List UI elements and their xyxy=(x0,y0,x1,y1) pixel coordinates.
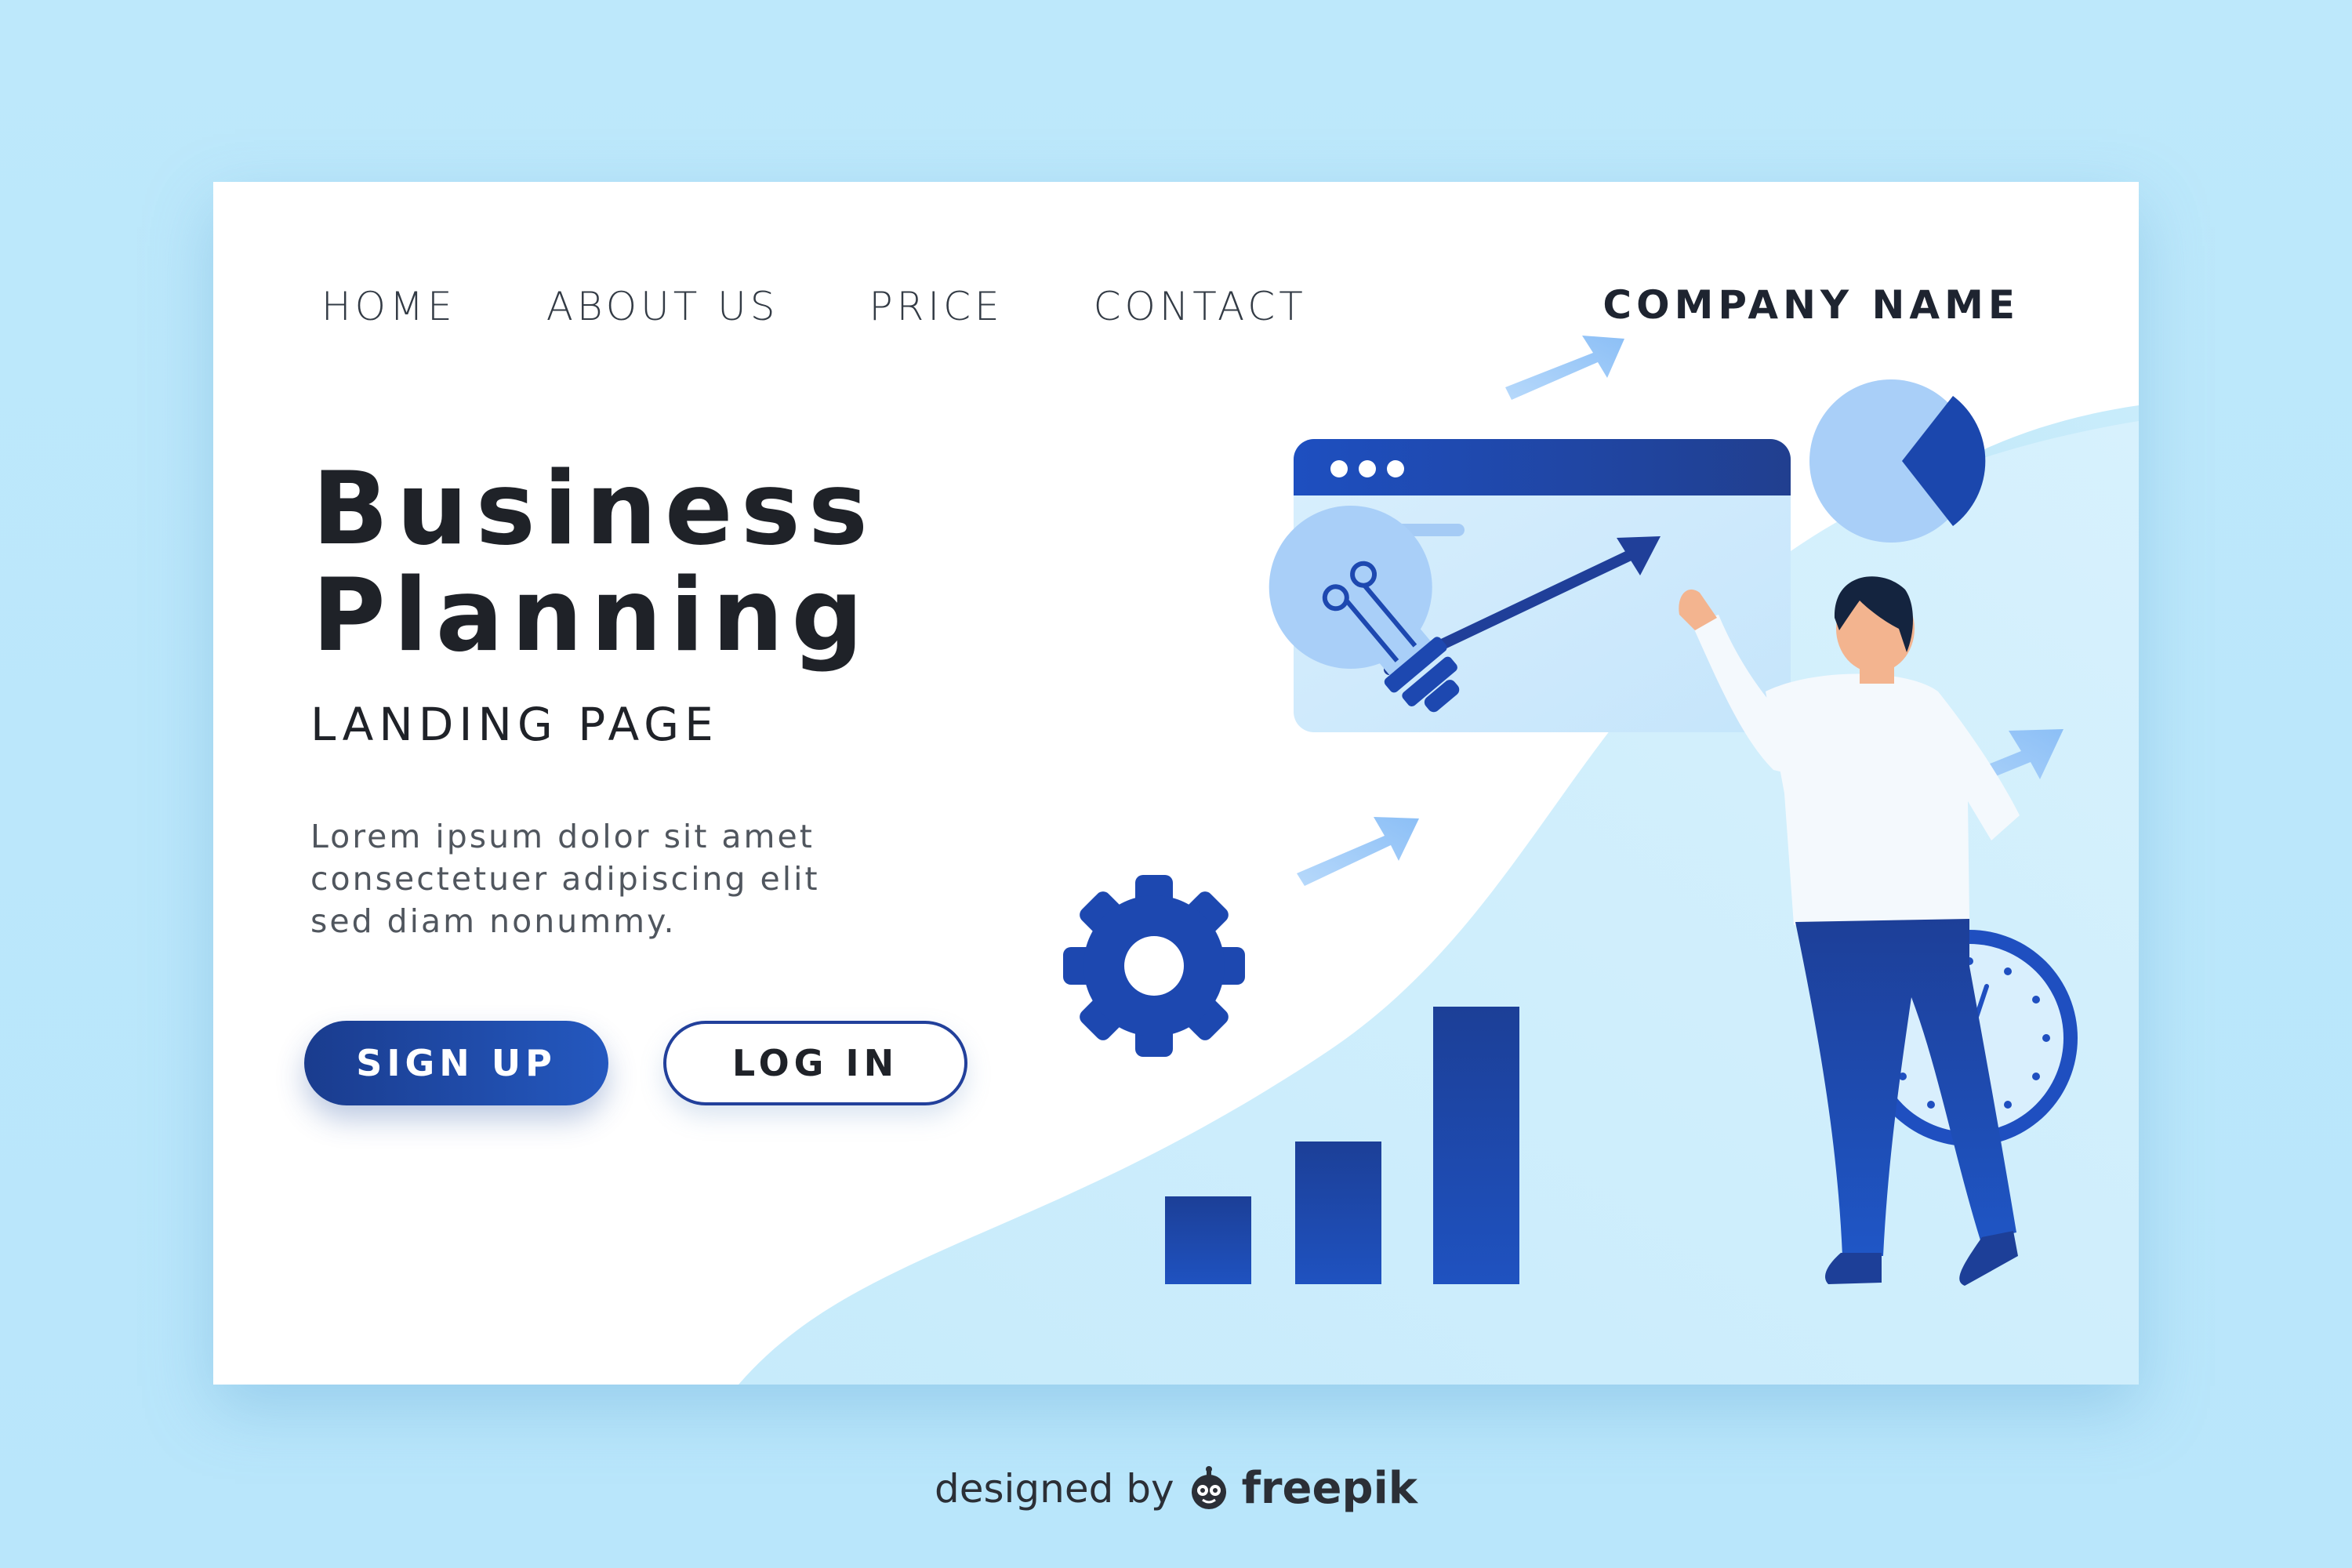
business-illustration xyxy=(1063,336,2078,1286)
footer-designed-by: designed by xyxy=(934,1465,1174,1512)
arrow-icon-top xyxy=(1505,336,1624,400)
footer-credit: designed by freepik xyxy=(0,1463,2352,1514)
pie-chart-icon xyxy=(1809,379,1986,543)
gear-icon xyxy=(1063,875,1245,1057)
footer-brand[interactable]: freepik xyxy=(1242,1463,1417,1514)
landing-card: HOME ABOUT US PRICE CONTACT COMPANY NAME… xyxy=(213,182,2139,1385)
arrow-icon-middle xyxy=(1297,817,1419,886)
person-illustration xyxy=(1679,576,2020,1286)
freepik-mascot-icon xyxy=(1191,1465,1226,1509)
bar-chart-icon xyxy=(1165,1007,1519,1284)
